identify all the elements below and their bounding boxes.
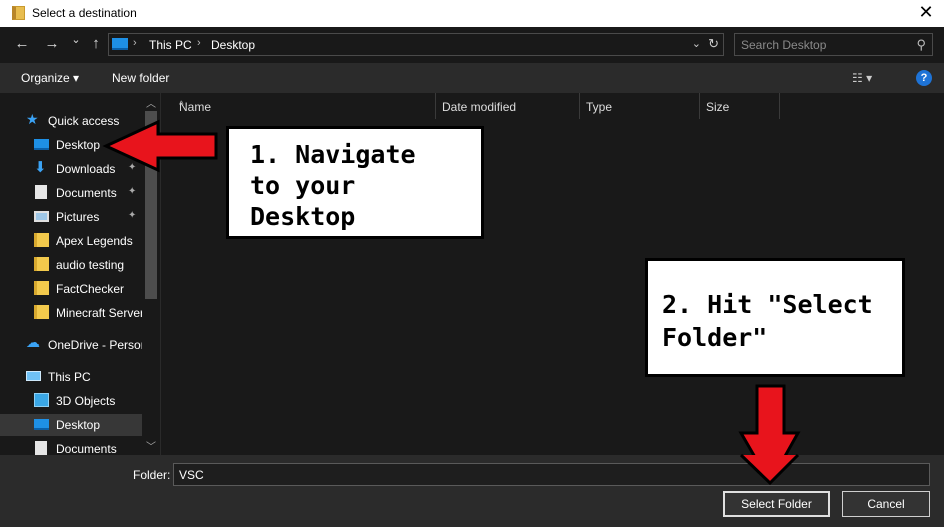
annotation-arrow-overlay	[739, 453, 800, 486]
down-arrow-tip-icon	[741, 455, 798, 483]
